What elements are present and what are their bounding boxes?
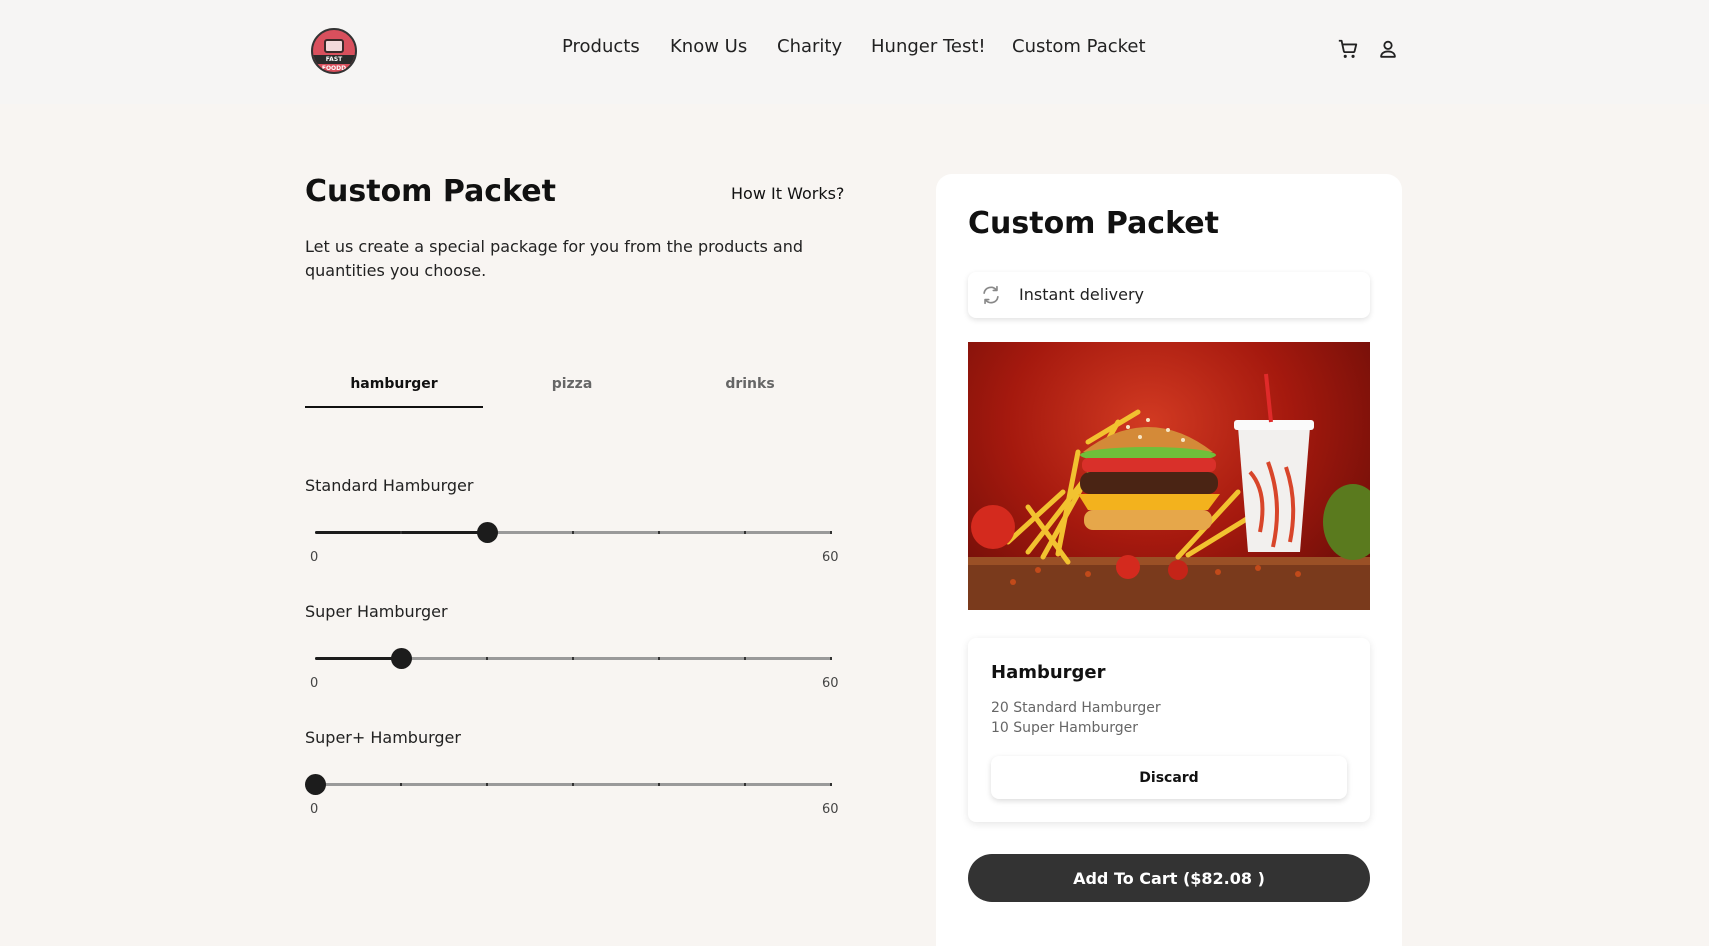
delivery-info-card: Instant delivery [968, 272, 1370, 318]
summary-line: 10 Super Hamburger [991, 720, 1138, 736]
slider-tick [572, 657, 574, 660]
slider-tick [744, 657, 746, 660]
super-hamburger-label: Super Hamburger [305, 602, 448, 621]
super-plus-hamburger-label: Super+ Hamburger [305, 728, 461, 747]
slider-tick [658, 657, 660, 660]
page-title: Custom Packet [305, 174, 556, 209]
standard-hamburger-slider[interactable] [315, 522, 832, 543]
slider-max-label: 60 [822, 676, 839, 691]
slider-tick [830, 657, 832, 660]
panel-title: Custom Packet [968, 206, 1219, 241]
slider-min-label: 0 [310, 802, 319, 817]
slider-min-label: 0 [310, 550, 319, 565]
slider-tick [830, 531, 832, 534]
slider-tick [572, 531, 574, 534]
summary-title: Hamburger [991, 662, 1106, 683]
standard-hamburger-label: Standard Hamburger [305, 476, 474, 495]
page-description: Let us create a special package for you … [305, 237, 804, 280]
super-hamburger-slider[interactable] [315, 648, 832, 669]
tab-hamburger[interactable]: hamburger [305, 376, 483, 392]
cart-icon[interactable] [1337, 38, 1359, 60]
refresh-icon [983, 285, 999, 305]
slider-tick [744, 783, 746, 786]
active-tab-indicator [305, 406, 483, 408]
nav-charity[interactable]: Charity [777, 36, 842, 57]
slider-max-label: 60 [822, 802, 839, 817]
slider-tick [658, 783, 660, 786]
discard-button[interactable]: Discard [991, 756, 1347, 799]
slider-tick [830, 783, 832, 786]
nav-hunger-test[interactable]: Hunger Test! [871, 36, 986, 57]
order-summary-card: Hamburger 20 Standard Hamburger 10 Super… [968, 638, 1370, 822]
top-navigation-bar: FAST FOODD Products Know Us Charity Hung… [0, 0, 1709, 104]
slider-min-label: 0 [310, 676, 319, 691]
tab-drinks[interactable]: drinks [661, 376, 839, 392]
how-it-works-link[interactable]: How It Works? [731, 184, 844, 203]
super-plus-hamburger-slider[interactable] [305, 774, 832, 795]
slider-tick [486, 657, 488, 660]
nav-products[interactable]: Products [562, 36, 640, 57]
summary-line: 20 Standard Hamburger [991, 700, 1161, 716]
slider-thumb[interactable] [305, 774, 326, 795]
logo-wordmark: FAST FOODD [321, 56, 347, 72]
nav-custom-packet[interactable]: Custom Packet [1012, 36, 1146, 57]
slider-tick [400, 531, 402, 534]
slider-tick [658, 531, 660, 534]
slider-tick [572, 783, 574, 786]
slider-tick [400, 783, 402, 786]
user-icon[interactable] [1377, 38, 1399, 60]
slider-thumb[interactable] [477, 522, 498, 543]
slider-tick [744, 531, 746, 534]
hamburger-meal-image [968, 342, 1370, 610]
brand-logo[interactable]: FAST FOODD [311, 28, 357, 74]
nav-know-us[interactable]: Know Us [670, 36, 747, 57]
slider-thumb[interactable] [391, 648, 412, 669]
delivery-text: Instant delivery [1019, 285, 1145, 304]
slider-fill [315, 657, 401, 660]
logo-truck-shape [324, 39, 344, 53]
tab-pizza[interactable]: pizza [483, 376, 661, 392]
add-to-cart-button[interactable]: Add To Cart ($82.08 ) [968, 854, 1370, 902]
slider-max-label: 60 [822, 550, 839, 565]
slider-tick [486, 783, 488, 786]
